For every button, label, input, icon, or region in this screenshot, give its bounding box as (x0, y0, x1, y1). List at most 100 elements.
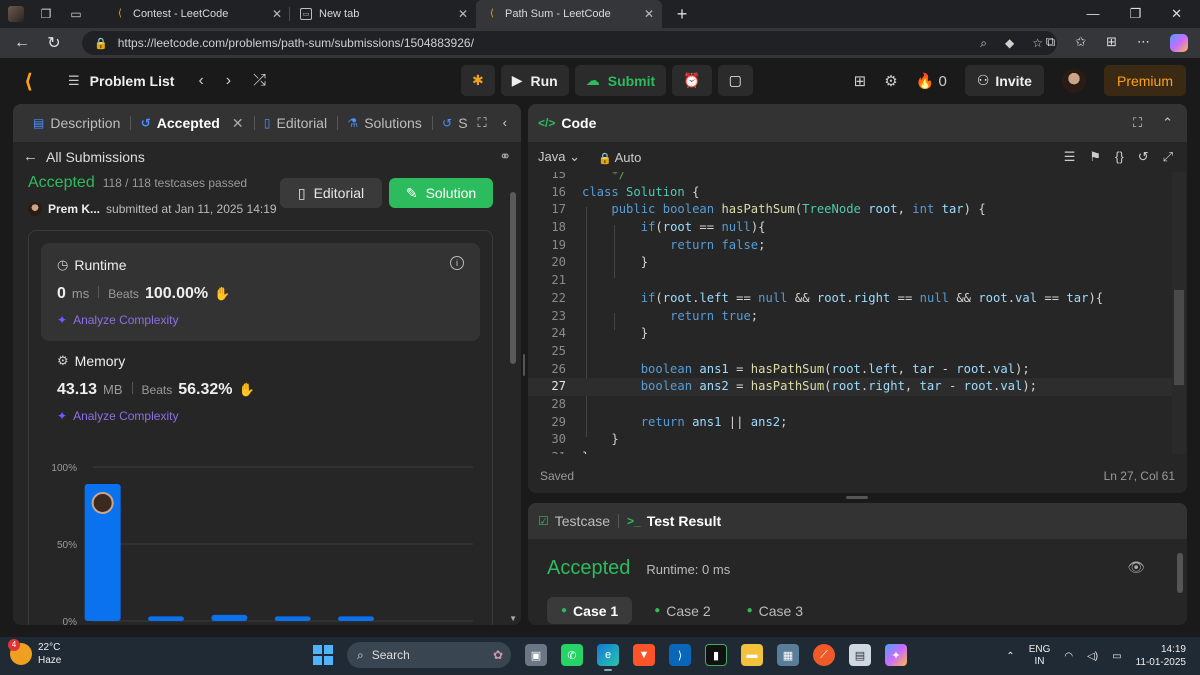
avatar[interactable] (28, 202, 42, 216)
minimize-icon[interactable]: — (1086, 6, 1099, 22)
code-line[interactable]: 24 } (528, 325, 1173, 343)
more-menu-icon[interactable]: ⋯ (1137, 34, 1150, 52)
tab-test-result[interactable]: >_ Test Result (627, 513, 721, 529)
workspaces-icon[interactable]: ❐ (38, 6, 54, 22)
scroll-down-icon[interactable]: ▼ (509, 614, 517, 623)
code-line[interactable]: 18 if(root == null){ (528, 219, 1173, 237)
profile-icon[interactable] (8, 6, 24, 22)
terminal-app-icon[interactable]: ▮ (705, 644, 727, 666)
auto-mode[interactable]: 🔒 Auto (598, 150, 641, 165)
code-line[interactable]: 19 return false; (528, 237, 1173, 255)
settings-gear-icon[interactable]: ⚙ (884, 72, 897, 90)
refresh-icon[interactable]: ↻ (44, 33, 64, 53)
store-icon[interactable]: ▤ (849, 644, 871, 666)
app-circle-icon[interactable]: ⟋ (813, 644, 835, 666)
favorites-icon[interactable]: ✩ (1075, 34, 1086, 52)
info-icon[interactable]: i (450, 256, 464, 270)
close-tab-icon[interactable]: ✕ (232, 115, 244, 132)
result-scrollbar[interactable] (1177, 543, 1183, 623)
code-line[interactable]: 23 return true; (528, 308, 1173, 326)
tab-editorial[interactable]: ▯ Editorial (254, 104, 337, 142)
eye-icon[interactable]: 👁 (1127, 559, 1145, 576)
language-select[interactable]: Java ⌄ (538, 149, 580, 165)
left-panel-scrollbar[interactable] (510, 192, 516, 364)
reset-icon[interactable]: ↺ (1138, 149, 1149, 165)
scroll-thumb[interactable] (1177, 553, 1183, 593)
problem-list-button[interactable]: ☰ Problem List (68, 73, 174, 89)
clock[interactable]: 14:19 11-01-2025 (1136, 643, 1186, 669)
fullscreen-icon[interactable]: ⤢ (1163, 149, 1173, 165)
shuffle-icon[interactable]: ⤮ (253, 72, 266, 90)
new-tab-button[interactable]: + (672, 4, 692, 25)
runtime-card[interactable]: ◷ Runtime i 0 ms Beats 100.00% ✋ ✦ Analy… (41, 243, 480, 341)
code-line[interactable]: 22 if(root.left == null && root.right ==… (528, 290, 1173, 308)
volume-icon[interactable]: ◁) (1087, 651, 1098, 662)
code-line[interactable]: 31} (528, 449, 1173, 454)
code-editor[interactable]: 15 */16 class Solution {17 public boolean… (528, 172, 1173, 454)
task-view-icon[interactable]: ▣ (525, 644, 547, 666)
tab-close-icon[interactable]: ✕ (272, 7, 282, 21)
debug-button[interactable]: ✱ (461, 65, 495, 96)
wifi-icon[interactable]: ◠ (1064, 651, 1073, 662)
favorite-star-icon[interactable]: ☆ (1032, 36, 1043, 51)
maximize-icon[interactable]: ⛶ (478, 115, 487, 131)
collapse-icon[interactable]: ‹ (503, 115, 507, 131)
bookmark-icon[interactable]: ⚑ (1089, 149, 1101, 165)
url-field[interactable]: 🔒 https://leetcode.com/problems/path-sum… (82, 31, 1057, 55)
code-line[interactable]: 28 (528, 396, 1173, 414)
braces-icon[interactable]: {} (1115, 149, 1124, 165)
weather-widget[interactable]: 4 22°C Haze (8, 639, 61, 667)
case-tab-3[interactable]: ● Case 3 (733, 597, 817, 624)
share-link-icon[interactable]: ⚭ (499, 148, 511, 165)
analyze-complexity-link[interactable]: ✦ Analyze Complexity (57, 313, 464, 327)
extensions-icon[interactable]: ⧉ (1046, 34, 1055, 52)
timer-button[interactable]: ⏰ (672, 65, 712, 96)
copilot-icon[interactable] (1170, 34, 1188, 52)
format-icon[interactable]: ☰ (1064, 149, 1076, 165)
tab-actions-icon[interactable]: ▭ (68, 6, 84, 22)
code-line[interactable]: 30 } (528, 431, 1173, 449)
horizontal-splitter[interactable] (846, 496, 868, 499)
code-line[interactable]: 21 (528, 272, 1173, 290)
collections-icon[interactable]: ⊞ (1106, 34, 1117, 52)
brave-icon[interactable]: ▼ (633, 644, 655, 666)
notes-button[interactable]: ▢ (717, 65, 753, 96)
chart-bar[interactable] (148, 616, 184, 621)
code-line[interactable]: 27 boolean ans2 = hasPathSum(root.right,… (528, 378, 1173, 396)
analyze-complexity-link[interactable]: ✦ Analyze Complexity (57, 409, 255, 423)
run-button[interactable]: ▶ Run (500, 65, 569, 96)
browser-tab-path-sum[interactable]: ⟨ Path Sum - LeetCode ✕ (476, 0, 662, 28)
prev-problem-icon[interactable]: ‹ (198, 72, 203, 90)
shopping-tag-icon[interactable]: ◆ (1005, 36, 1014, 51)
code-line[interactable]: 15 */ (528, 172, 1173, 184)
tray-chevron-up-icon[interactable]: ⌃ (1006, 651, 1014, 662)
tab-description[interactable]: ▤ Description (23, 104, 130, 142)
collapse-up-icon[interactable]: ⌃ (1162, 115, 1173, 131)
streak-counter[interactable]: 🔥 0 (916, 72, 947, 90)
user-avatar[interactable] (1061, 68, 1086, 93)
tab-close-icon[interactable]: ✕ (644, 7, 654, 21)
tab-solutions[interactable]: ⚗ Solutions (337, 104, 431, 142)
vscode-icon[interactable]: ⟩ (669, 644, 691, 666)
site-info-icon[interactable]: 🔒 (94, 37, 108, 50)
taskbar-search[interactable]: ⌕ Search ✿ (347, 642, 511, 668)
close-window-icon[interactable]: ✕ (1171, 6, 1182, 22)
chart-bar[interactable] (338, 616, 374, 621)
battery-icon[interactable]: ▭ (1112, 651, 1121, 662)
code-line[interactable]: 25 (528, 343, 1173, 361)
submitter-name[interactable]: Prem K... (48, 202, 100, 216)
code-line[interactable]: 29 return ans1 || ans2; (528, 414, 1173, 432)
solution-button[interactable]: ✎ Solution (389, 178, 493, 208)
layout-icon[interactable]: ⊞ (854, 72, 867, 90)
submit-button[interactable]: ☁ Submit (574, 65, 667, 96)
whatsapp-icon[interactable]: ✆ (561, 644, 583, 666)
case-tab-1[interactable]: ● Case 1 (547, 597, 633, 624)
browser-tab-new-tab[interactable]: ▭ New tab ✕ (290, 0, 476, 28)
scroll-thumb[interactable] (1174, 290, 1184, 385)
edge-icon[interactable]: e (597, 644, 619, 671)
vertical-splitter[interactable] (523, 354, 525, 376)
back-icon[interactable]: ← (12, 34, 32, 52)
language-indicator[interactable]: ENG IN (1029, 644, 1051, 668)
tab-close-icon[interactable]: ✕ (458, 7, 468, 21)
case-tab-2[interactable]: ● Case 2 (640, 597, 724, 624)
